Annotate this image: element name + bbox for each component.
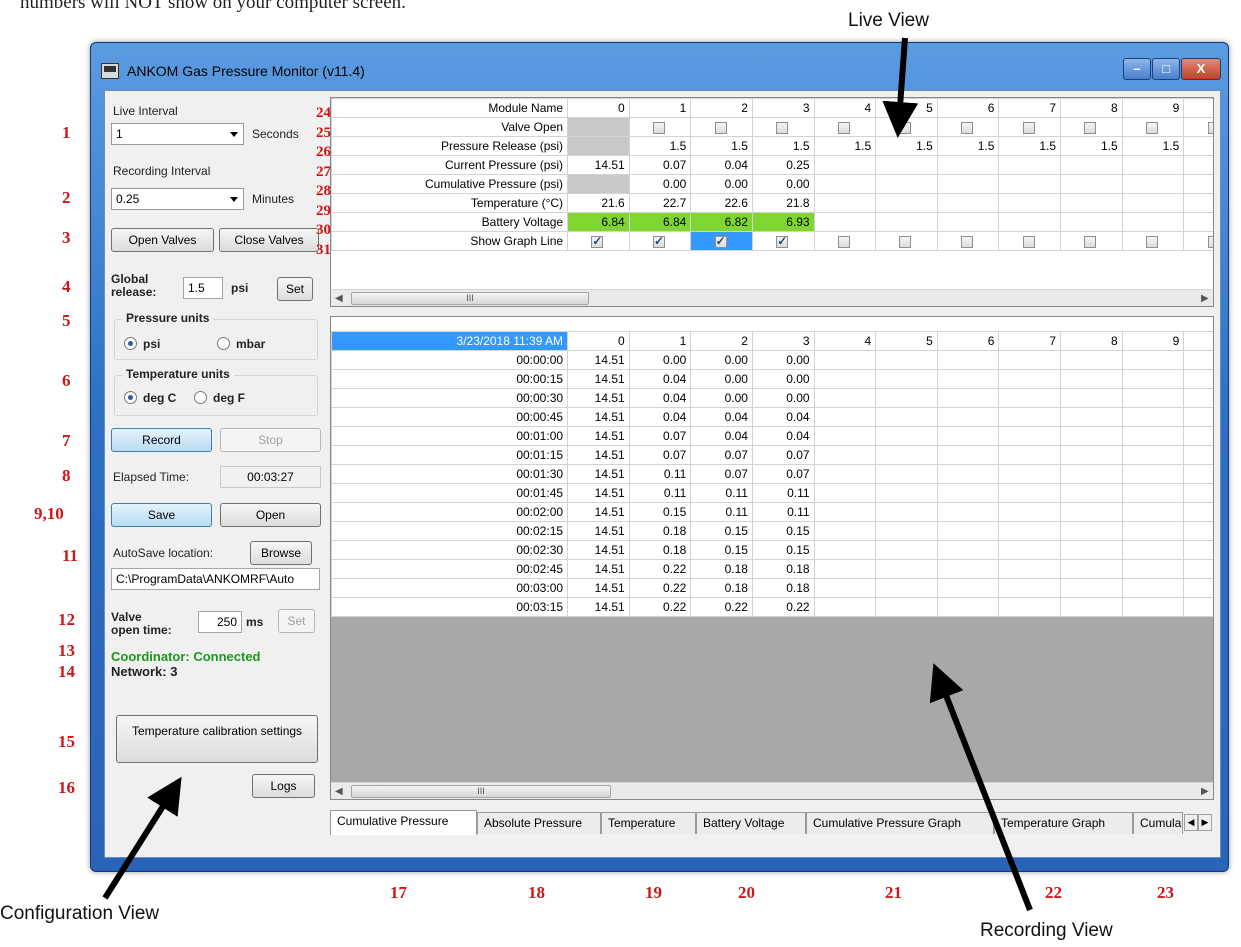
annotation-number: 27 xyxy=(316,163,331,180)
annotation-number: 14 xyxy=(58,662,75,681)
annotation-number: 31 xyxy=(316,241,331,258)
annotation-number: 8 xyxy=(62,466,71,485)
annotation-number: 15 xyxy=(58,732,75,751)
annotation-number: 2 xyxy=(62,188,71,207)
annotation-number: 23 xyxy=(1157,883,1174,902)
annotation-number: 29 xyxy=(316,202,331,219)
annotation-number: 12 xyxy=(58,610,75,629)
live-view-arrow xyxy=(882,37,919,138)
annotation-number: 30 xyxy=(316,222,331,238)
annotation-number: 17 xyxy=(390,883,407,902)
annotation-number: 28 xyxy=(316,183,331,199)
annotation-number: 18 xyxy=(528,883,545,902)
recording-view-arrow xyxy=(929,663,1033,912)
annotation-number: 1 xyxy=(62,123,71,142)
annotation-number: 11 xyxy=(62,546,79,565)
annotation-number: 21 xyxy=(885,883,902,902)
annotation-number: 3 xyxy=(62,228,71,247)
annotation-number: 4 xyxy=(62,277,71,296)
callout-arrows xyxy=(102,37,1033,912)
annotation-number: 5 xyxy=(62,311,71,330)
annotation-number: 25 xyxy=(316,124,331,141)
annotation-number: 22 xyxy=(1045,883,1062,902)
annotation-number: 7 xyxy=(62,431,71,450)
annotation-number: 26 xyxy=(316,144,331,160)
annotation-number: 16 xyxy=(58,778,75,797)
configuration-view-arrow xyxy=(102,776,182,900)
annotation-number: 13 xyxy=(58,641,75,660)
annotation-number: 19 xyxy=(645,883,662,902)
annotation-number: 24 xyxy=(316,105,331,121)
annotation-number: 9,10 xyxy=(34,504,64,523)
annotation-number: 6 xyxy=(62,371,71,390)
annotation-number: 20 xyxy=(738,883,755,902)
